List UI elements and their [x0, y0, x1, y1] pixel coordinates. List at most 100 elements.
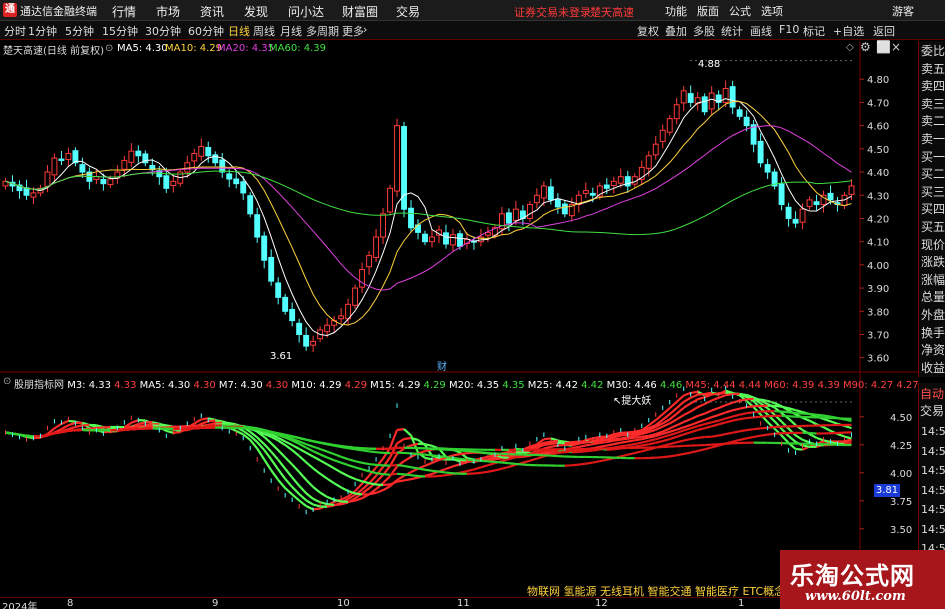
ribbon-segment [466, 449, 475, 453]
ribbon-segment [452, 463, 461, 468]
y-tick-label: 4.30 [867, 191, 889, 202]
ribbon-segment [284, 487, 293, 496]
close-icon[interactable]: × [891, 40, 901, 54]
ribbon-segment [578, 450, 586, 454]
ribbon-segment [725, 401, 734, 407]
ribbon-segment [669, 424, 678, 430]
ribbon-segment [124, 428, 132, 431]
ribbon-segment [641, 448, 650, 453]
ribbon-segment [683, 427, 692, 432]
ribbon-segment [683, 402, 692, 409]
chart-settings-icon[interactable]: ◇ [846, 42, 854, 53]
candle-body [44, 171, 51, 187]
ribbon-segment [823, 417, 831, 423]
high-price-label: 4.88 [698, 59, 721, 70]
ribbon-segment [676, 426, 685, 431]
ribbon-segment [837, 432, 845, 438]
ma60-label: MA60: 4.39 [269, 43, 327, 54]
ma10-line [5, 100, 852, 326]
sub-chart-legend: 股朋指标网 M3: 4.33 4.33 MA5: 4.30 4.30 M7: 4… [14, 376, 919, 391]
candle-body [107, 178, 114, 186]
candle-body [394, 125, 400, 192]
ribbon-segment [487, 460, 496, 464]
ribbon-segment [557, 443, 565, 447]
ribbon-segment [340, 455, 349, 461]
ribbon-segment [746, 411, 754, 415]
candle-body [743, 116, 750, 127]
ribbon-segment [725, 415, 733, 420]
ribbon-segment [89, 426, 97, 430]
ribbon-segment [760, 433, 768, 437]
trade-label[interactable]: 交易 [920, 403, 944, 420]
ribbon-segment [676, 452, 684, 457]
ribbon-segment [795, 409, 803, 414]
ribbon-segment [417, 474, 426, 478]
ribbon-segment [403, 473, 412, 477]
ribbon-segment [802, 444, 810, 448]
ribbon-segment [326, 442, 335, 447]
chart-title: 楚天高速(日线 前复权) [3, 46, 104, 57]
ribbon-segment [690, 436, 698, 441]
settings-icon[interactable]: ⊙ [105, 43, 113, 54]
ribbon-segment [319, 501, 328, 506]
ribbon-segment [277, 468, 287, 480]
finance-marker[interactable]: 财 [437, 358, 447, 373]
sub-legend-item: MA5: 4.30 [139, 380, 194, 391]
ribbon-segment [830, 441, 838, 445]
ribbon-segment [361, 461, 370, 466]
ribbon-segment [173, 431, 181, 434]
ribbon-segment [787, 417, 797, 426]
ribbon-segment [522, 459, 531, 464]
sub-settings-icon[interactable]: ⊙ [3, 376, 11, 387]
ribbon-segment [564, 449, 572, 453]
ribbon-segment [180, 428, 188, 432]
ribbon-segment [375, 489, 384, 494]
ribbon-segment [809, 419, 818, 426]
ribbon-segment [711, 396, 720, 402]
ribbon-segment [417, 467, 426, 471]
ribbon-segment [263, 436, 272, 445]
tick-time: 14:5 [921, 444, 945, 458]
price-chart[interactable]: 4.80 4.70 4.60 4.50 4.40 4.30 4.20 4.10 4.00 3.90… [0, 0, 945, 609]
ribbon-segment [718, 421, 726, 426]
ribbon-segment [298, 447, 307, 454]
ribbon-segment [697, 396, 706, 401]
ribbon-segment [396, 428, 405, 431]
ribbon-segment [291, 486, 300, 495]
ribbon-segment [68, 419, 76, 423]
sub-legend-item: M30: 4.46 [606, 380, 660, 391]
concept-tags[interactable]: 物联网 氢能源 无线耳机 智能交通 智能医疗 ETC概念 揭 [527, 583, 800, 599]
ribbon-segment [697, 427, 705, 432]
ribbon-segment [641, 436, 649, 441]
candle-body [652, 143, 659, 156]
candle-body [666, 118, 673, 133]
candle-body [135, 150, 142, 157]
quote-field: 买一 [920, 149, 945, 164]
annotation-text: 提大妖 [621, 396, 652, 407]
ribbon-segment [550, 439, 559, 443]
ribbon-segment [662, 437, 671, 443]
gear-icon[interactable]: ⚙ [860, 40, 871, 54]
ribbon-segment [305, 461, 314, 470]
ribbon-segment [620, 444, 628, 448]
ma5-legend: MA5: 4.30 [117, 43, 168, 54]
ribbon-segment [844, 424, 852, 430]
ribbon-segment [382, 475, 391, 484]
sub-legend-item: M60: 4.39 [764, 380, 818, 391]
candle-body [554, 198, 561, 208]
date-tick: 2024年 [2, 602, 38, 609]
ribbon-segment [347, 464, 356, 469]
ribbon-segment [732, 413, 740, 418]
ribbon-segment [291, 476, 300, 487]
ribbon-segment [12, 432, 20, 436]
ribbon-segment [312, 467, 321, 475]
candle-body [51, 157, 58, 176]
ribbon-segment [655, 439, 663, 444]
auto-label[interactable]: 自动 [920, 386, 944, 403]
ribbon-segment [543, 440, 551, 444]
ribbon-segment [634, 435, 642, 439]
ribbon-segment [690, 424, 699, 430]
ribbon-segment [794, 434, 804, 441]
expand-icon[interactable]: ⬜ [876, 40, 891, 54]
candle-body [296, 322, 303, 336]
